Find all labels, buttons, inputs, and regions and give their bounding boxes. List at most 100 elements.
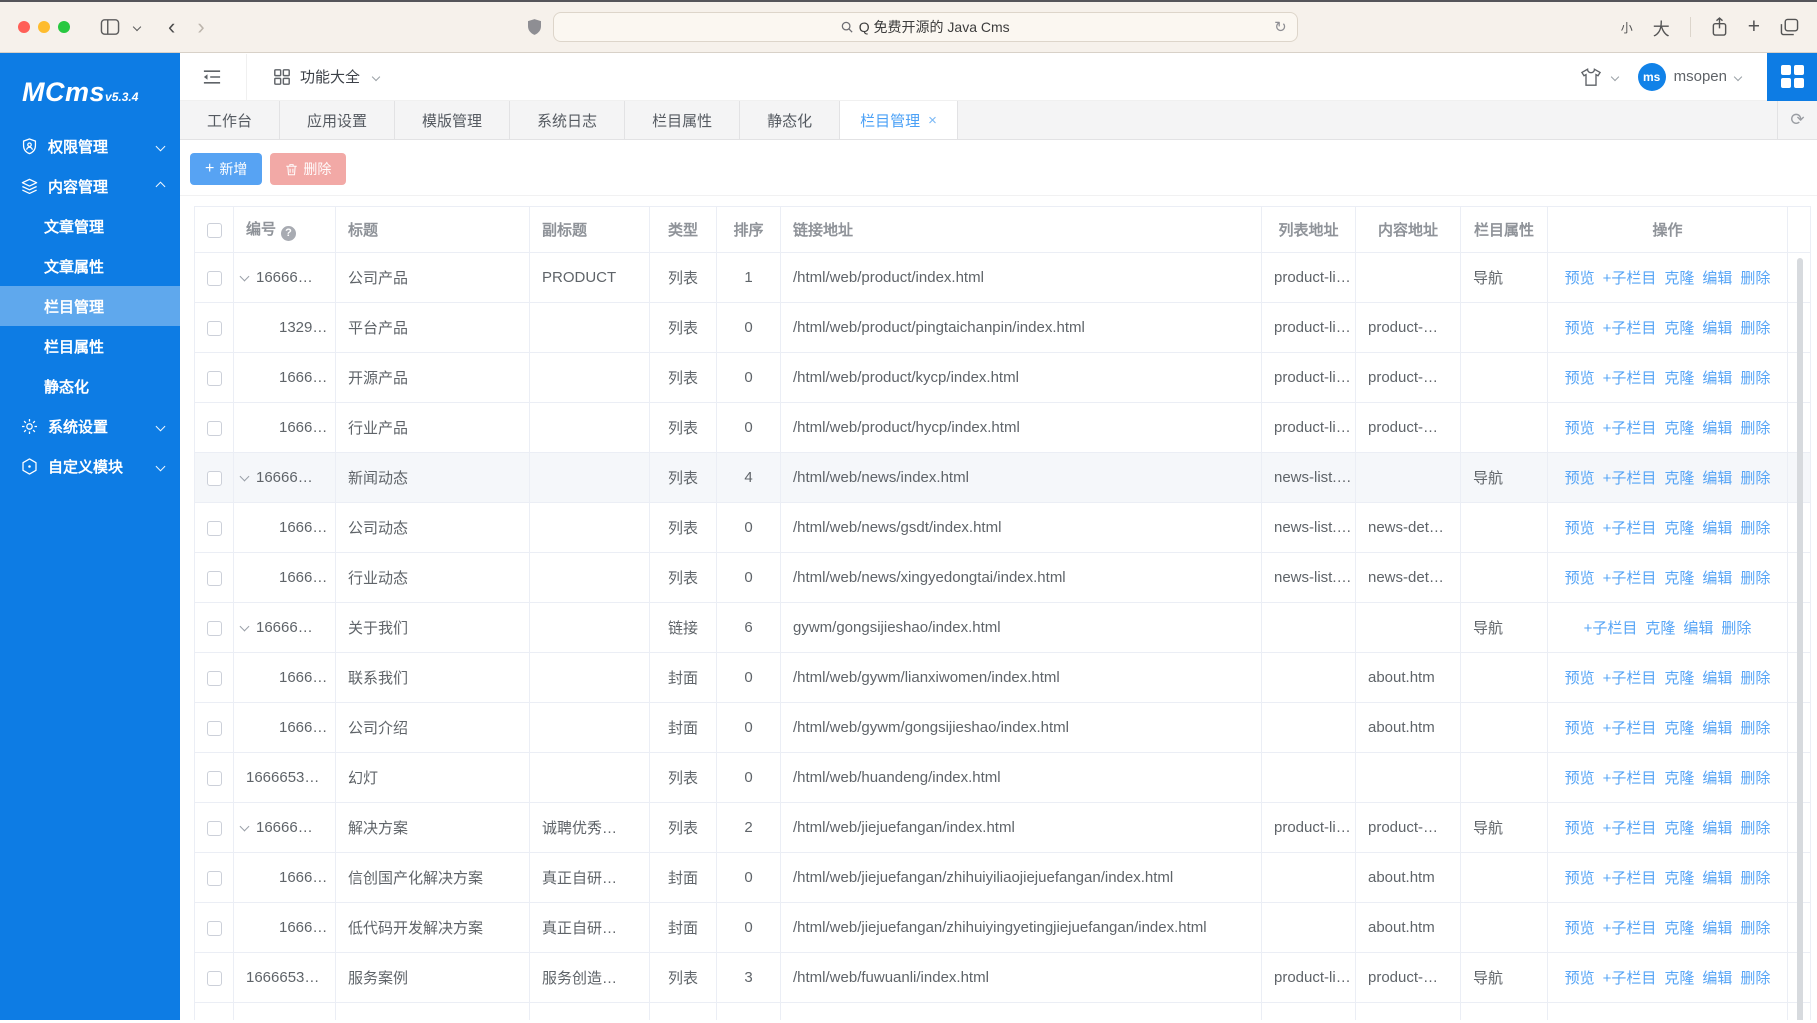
- row-checkbox[interactable]: [207, 971, 222, 986]
- delete-link[interactable]: 删除: [1740, 370, 1770, 387]
- clone-link[interactable]: 克隆: [1645, 620, 1675, 637]
- clone-link[interactable]: 克隆: [1664, 670, 1694, 687]
- delete-link[interactable]: 删除: [1740, 420, 1770, 437]
- delete-button[interactable]: 删除: [270, 153, 346, 185]
- edit-link[interactable]: 编辑: [1702, 970, 1732, 987]
- add-sub-category-link[interactable]: +子栏目: [1603, 720, 1657, 737]
- row-checkbox[interactable]: [207, 871, 222, 886]
- expand-caret-icon[interactable]: [240, 822, 250, 832]
- edit-link[interactable]: 编辑: [1702, 920, 1732, 937]
- apps-panel-button[interactable]: [1767, 53, 1817, 101]
- edit-link[interactable]: 编辑: [1702, 270, 1732, 287]
- close-window-button[interactable]: [18, 21, 30, 33]
- tab-app-settings[interactable]: 应用设置: [280, 101, 395, 139]
- collapse-sidebar-icon[interactable]: [202, 68, 222, 86]
- zoom-window-button[interactable]: [58, 21, 70, 33]
- address-bar[interactable]: Q 免费开源的 Java Cms ↻: [553, 12, 1298, 42]
- preview-link[interactable]: 预览: [1565, 420, 1595, 437]
- clone-link[interactable]: 克隆: [1664, 520, 1694, 537]
- edit-link[interactable]: 编辑: [1702, 670, 1732, 687]
- preview-link[interactable]: 预览: [1565, 870, 1595, 887]
- preview-link[interactable]: 预览: [1565, 970, 1595, 987]
- add-sub-category-link[interactable]: +子栏目: [1603, 770, 1657, 787]
- tab-system-log[interactable]: 系统日志: [510, 101, 625, 139]
- delete-link[interactable]: 删除: [1740, 920, 1770, 937]
- clone-link[interactable]: 克隆: [1664, 920, 1694, 937]
- sidebar-item-category-manage[interactable]: 栏目管理: [0, 286, 180, 326]
- preview-link[interactable]: 预览: [1565, 770, 1595, 787]
- tab-category-attr[interactable]: 栏目属性: [625, 101, 740, 139]
- edit-link[interactable]: 编辑: [1702, 820, 1732, 837]
- preview-link[interactable]: 预览: [1565, 920, 1595, 937]
- vertical-scrollbar[interactable]: [1797, 258, 1803, 1020]
- row-checkbox[interactable]: [207, 571, 222, 586]
- chevron-down-icon[interactable]: [133, 23, 141, 31]
- minimize-window-button[interactable]: [38, 21, 50, 33]
- preview-link[interactable]: 预览: [1565, 520, 1595, 537]
- delete-link[interactable]: 删除: [1740, 670, 1770, 687]
- expand-caret-icon[interactable]: [240, 472, 250, 482]
- add-sub-category-link[interactable]: +子栏目: [1584, 620, 1638, 637]
- add-sub-category-link[interactable]: +子栏目: [1603, 270, 1657, 287]
- add-button[interactable]: + 新增: [190, 153, 262, 185]
- select-all-checkbox[interactable]: [207, 223, 222, 238]
- preview-link[interactable]: 预览: [1565, 270, 1595, 287]
- refresh-tab-button[interactable]: ⟳: [1777, 101, 1817, 139]
- row-checkbox[interactable]: [207, 721, 222, 736]
- expand-caret-icon[interactable]: [240, 622, 250, 632]
- new-tab-icon[interactable]: +: [1748, 15, 1760, 39]
- add-sub-category-link[interactable]: +子栏目: [1603, 920, 1657, 937]
- preview-link[interactable]: 预览: [1565, 670, 1595, 687]
- add-sub-category-link[interactable]: +子栏目: [1603, 320, 1657, 337]
- tab-close-icon[interactable]: ×: [928, 113, 937, 128]
- edit-link[interactable]: 编辑: [1702, 770, 1732, 787]
- clone-link[interactable]: 克隆: [1664, 570, 1694, 587]
- delete-link[interactable]: 删除: [1740, 970, 1770, 987]
- avatar[interactable]: ms: [1638, 63, 1666, 91]
- row-checkbox[interactable]: [207, 521, 222, 536]
- row-checkbox[interactable]: [207, 371, 222, 386]
- delete-link[interactable]: 删除: [1721, 620, 1751, 637]
- sidebar-item-article-attr[interactable]: 文章属性: [0, 246, 180, 286]
- edit-link[interactable]: 编辑: [1702, 370, 1732, 387]
- add-sub-category-link[interactable]: +子栏目: [1603, 870, 1657, 887]
- edit-link[interactable]: 编辑: [1702, 470, 1732, 487]
- add-sub-category-link[interactable]: +子栏目: [1603, 570, 1657, 587]
- delete-link[interactable]: 删除: [1740, 570, 1770, 587]
- forward-icon[interactable]: ›: [197, 16, 204, 38]
- delete-link[interactable]: 删除: [1740, 870, 1770, 887]
- preview-link[interactable]: 预览: [1565, 320, 1595, 337]
- sidebar-item-category-attr[interactable]: 栏目属性: [0, 326, 180, 366]
- clone-link[interactable]: 克隆: [1664, 420, 1694, 437]
- edit-link[interactable]: 编辑: [1702, 320, 1732, 337]
- preview-link[interactable]: 预览: [1565, 720, 1595, 737]
- back-icon[interactable]: ‹: [168, 16, 175, 38]
- chevron-down-icon[interactable]: [1610, 72, 1618, 80]
- clone-link[interactable]: 克隆: [1664, 320, 1694, 337]
- add-sub-category-link[interactable]: +子栏目: [1603, 470, 1657, 487]
- add-sub-category-link[interactable]: +子栏目: [1603, 370, 1657, 387]
- clone-link[interactable]: 克隆: [1664, 870, 1694, 887]
- add-sub-category-link[interactable]: +子栏目: [1603, 820, 1657, 837]
- edit-link[interactable]: 编辑: [1702, 570, 1732, 587]
- clone-link[interactable]: 克隆: [1664, 270, 1694, 287]
- sidebar-item-permissions[interactable]: 权限管理: [0, 126, 180, 166]
- add-sub-category-link[interactable]: +子栏目: [1603, 670, 1657, 687]
- edit-link[interactable]: 编辑: [1702, 520, 1732, 537]
- edit-link[interactable]: 编辑: [1683, 620, 1713, 637]
- delete-link[interactable]: 删除: [1740, 320, 1770, 337]
- text-size-increase-button[interactable]: 大: [1653, 15, 1670, 40]
- chevron-down-icon[interactable]: [1734, 72, 1742, 80]
- delete-link[interactable]: 删除: [1740, 470, 1770, 487]
- edit-link[interactable]: 编辑: [1702, 420, 1732, 437]
- tab-static[interactable]: 静态化: [740, 101, 840, 139]
- sidebar-item-article-manage[interactable]: 文章管理: [0, 206, 180, 246]
- expand-caret-icon[interactable]: [240, 272, 250, 282]
- row-checkbox[interactable]: [207, 471, 222, 486]
- sidebar-item-system[interactable]: 系统设置: [0, 406, 180, 446]
- text-size-decrease-button[interactable]: 小: [1621, 19, 1633, 36]
- sidebar-item-custom-module[interactable]: 自定义模块: [0, 446, 180, 486]
- row-checkbox[interactable]: [207, 321, 222, 336]
- delete-link[interactable]: 删除: [1740, 520, 1770, 537]
- row-checkbox[interactable]: [207, 421, 222, 436]
